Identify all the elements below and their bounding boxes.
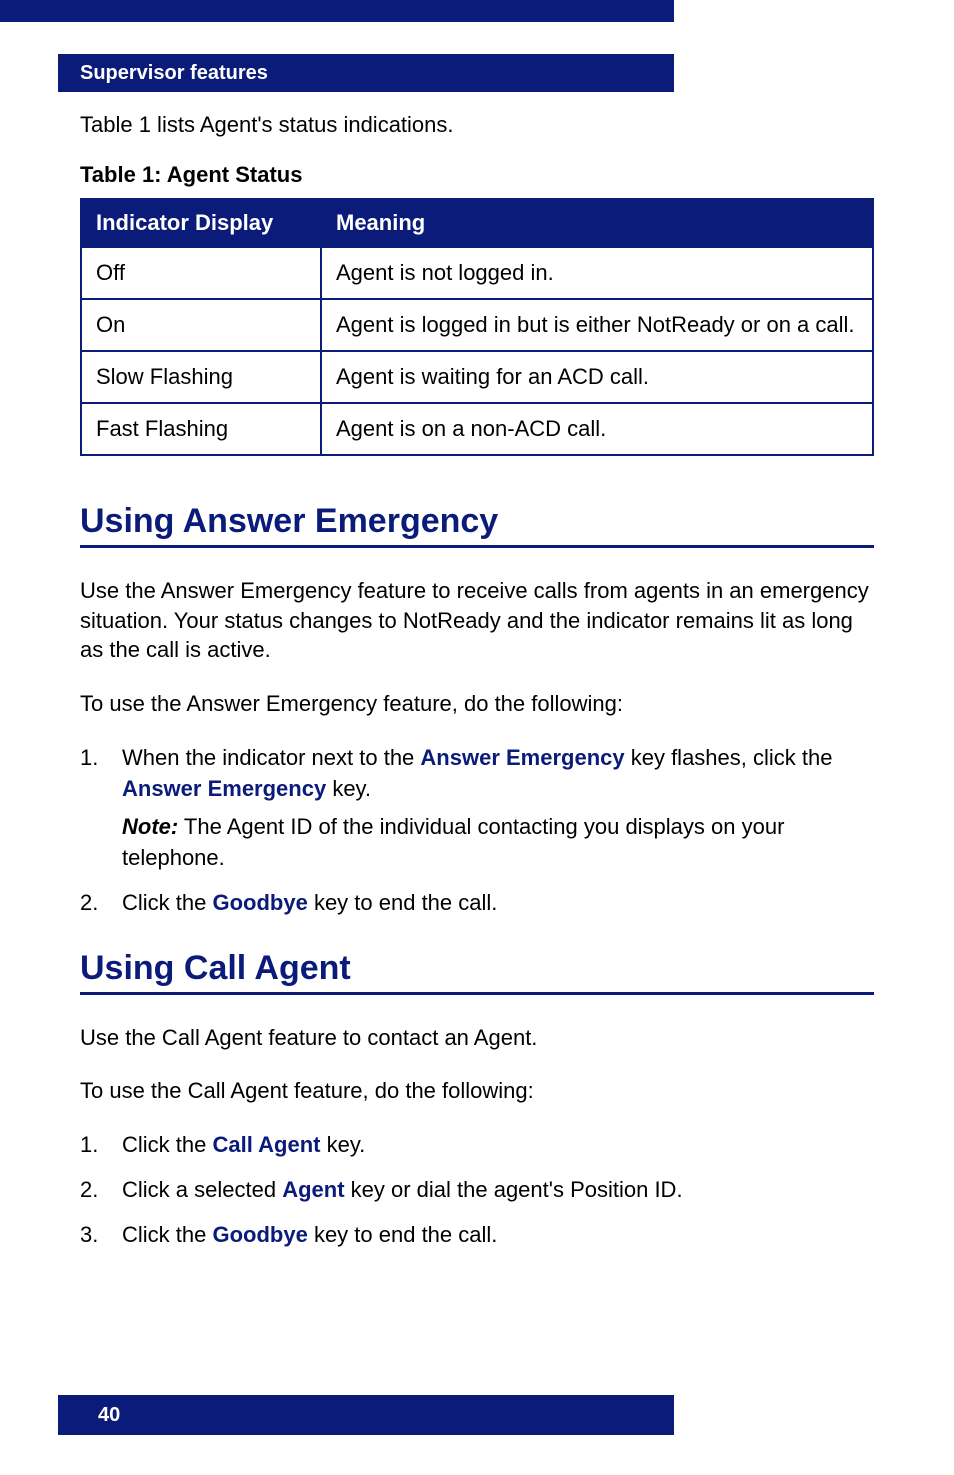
keyword-answer-emergency: Answer Emergency — [420, 745, 624, 770]
heading-underline — [80, 992, 874, 995]
steps-list-answer-emergency: When the indicator next to the Answer Em… — [80, 743, 874, 919]
step-text: Click the — [122, 890, 212, 915]
step-text: Click a selected — [122, 1177, 282, 1202]
table-cell-indicator: Off — [81, 247, 321, 299]
list-item: When the indicator next to the Answer Em… — [80, 743, 874, 874]
intro-paragraph: Table 1 lists Agent's status indications… — [80, 112, 874, 138]
section-header-text: Supervisor features — [80, 62, 268, 85]
table-header-meaning: Meaning — [321, 199, 873, 247]
list-item: Click the Call Agent key. — [80, 1130, 874, 1161]
table-cell-meaning: Agent is logged in but is either NotRead… — [321, 299, 873, 351]
table-cell-indicator: On — [81, 299, 321, 351]
keyword-goodbye: Goodbye — [212, 890, 307, 915]
heading-answer-emergency: Using Answer Emergency — [80, 502, 874, 541]
content-area: Table 1 lists Agent's status indications… — [80, 112, 874, 1281]
list-item: Click the Goodbye key to end the call. — [80, 888, 874, 919]
keyword-call-agent: Call Agent — [212, 1132, 320, 1157]
table-row: Slow Flashing Agent is waiting for an AC… — [81, 351, 873, 403]
step-text: key. — [320, 1132, 365, 1157]
top-strip — [0, 0, 674, 22]
step-text: key flashes, click the — [625, 745, 833, 770]
keyword-answer-emergency: Answer Emergency — [122, 776, 326, 801]
keyword-goodbye: Goodbye — [212, 1222, 307, 1247]
paragraph: Use the Call Agent feature to contact an… — [80, 1023, 874, 1053]
note-text: The Agent ID of the individual contactin… — [122, 814, 784, 870]
table-cell-meaning: Agent is waiting for an ACD call. — [321, 351, 873, 403]
agent-status-table: Indicator Display Meaning Off Agent is n… — [80, 198, 874, 456]
steps-list-call-agent: Click the Call Agent key. Click a select… — [80, 1130, 874, 1250]
step-text: key or dial the agent's Position ID. — [345, 1177, 683, 1202]
step-text: Click the — [122, 1132, 212, 1157]
list-item: Click the Goodbye key to end the call. — [80, 1220, 874, 1251]
note-block: Note: The Agent ID of the individual con… — [122, 812, 874, 874]
table-caption: Table 1: Agent Status — [80, 162, 874, 188]
paragraph: Use the Answer Emergency feature to rece… — [80, 576, 874, 665]
heading-call-agent: Using Call Agent — [80, 949, 874, 988]
page-number: 40 — [98, 1404, 120, 1427]
heading-underline — [80, 545, 874, 548]
table-row: On Agent is logged in but is either NotR… — [81, 299, 873, 351]
step-text: key. — [326, 776, 371, 801]
table-header-indicator: Indicator Display — [81, 199, 321, 247]
table-cell-meaning: Agent is not logged in. — [321, 247, 873, 299]
list-item: Click a selected Agent key or dial the a… — [80, 1175, 874, 1206]
document-page: Supervisor features Table 1 lists Agent'… — [0, 0, 954, 1475]
step-text: key to end the call. — [308, 890, 498, 915]
table-row: Off Agent is not logged in. — [81, 247, 873, 299]
page-footer: 40 — [58, 1395, 674, 1435]
table-cell-meaning: Agent is on a non-ACD call. — [321, 403, 873, 455]
table-cell-indicator: Fast Flashing — [81, 403, 321, 455]
paragraph: To use the Answer Emergency feature, do … — [80, 689, 874, 719]
section-header: Supervisor features — [58, 54, 674, 92]
step-text: Click the — [122, 1222, 212, 1247]
note-label: Note: — [122, 814, 178, 839]
table-header-row: Indicator Display Meaning — [81, 199, 873, 247]
table-row: Fast Flashing Agent is on a non-ACD call… — [81, 403, 873, 455]
paragraph: To use the Call Agent feature, do the fo… — [80, 1076, 874, 1106]
keyword-agent: Agent — [282, 1177, 344, 1202]
table-cell-indicator: Slow Flashing — [81, 351, 321, 403]
step-text: key to end the call. — [308, 1222, 498, 1247]
step-text: When the indicator next to the — [122, 745, 420, 770]
